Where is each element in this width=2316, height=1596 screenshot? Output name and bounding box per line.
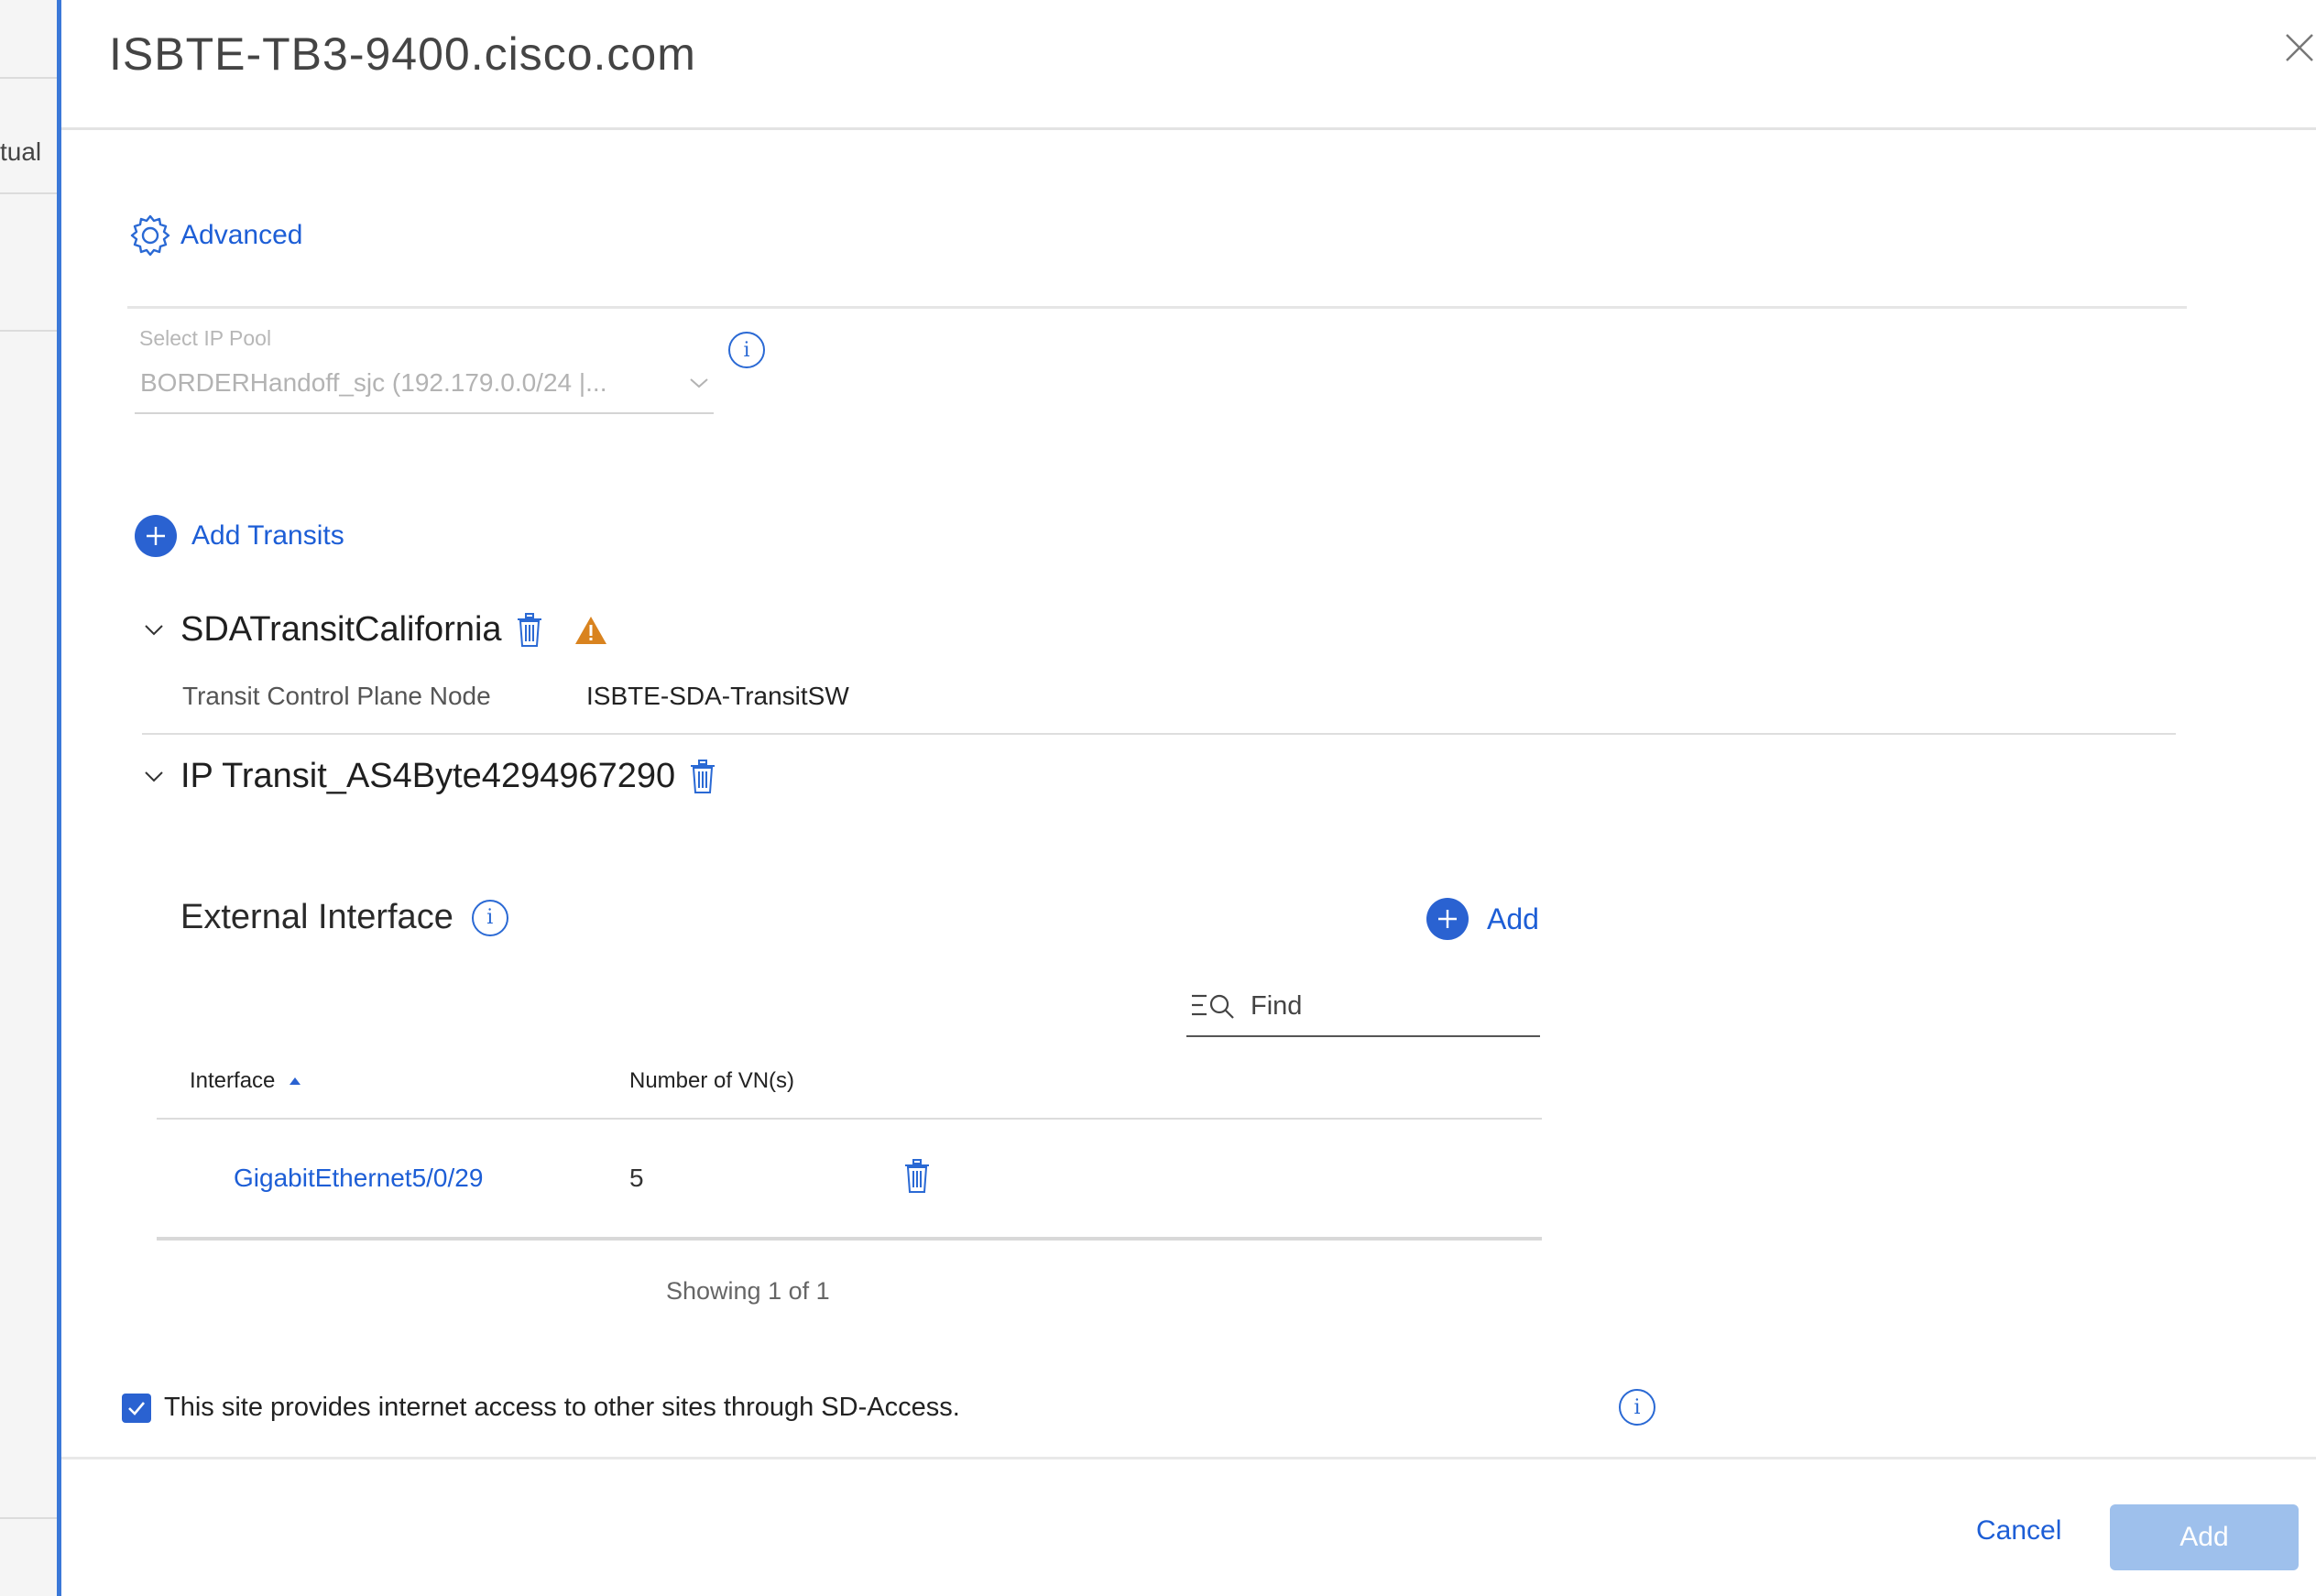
column-header-interface[interactable]: Interface <box>190 1068 302 1094</box>
plus-circle-icon <box>135 515 177 557</box>
column-header-vn-count[interactable]: Number of VN(s) <box>629 1068 794 1094</box>
transit-item-sda: SDATransitCalifornia <box>140 610 608 650</box>
checkmark-icon <box>128 1401 145 1416</box>
pagination-status: Showing 1 of 1 <box>666 1277 830 1305</box>
control-plane-label: Transit Control Plane Node <box>182 682 491 710</box>
interface-link[interactable]: GigabitEthernet5/0/29 <box>234 1164 483 1193</box>
background-divider <box>0 192 57 194</box>
advanced-label: Advanced <box>180 220 303 250</box>
add-interface-label: Add <box>1487 902 1539 935</box>
internet-access-label: This site provides internet access to ot… <box>164 1393 960 1422</box>
collapse-chevron-icon[interactable] <box>140 763 168 791</box>
external-interface-heading: External Interface i <box>180 898 508 937</box>
advanced-link[interactable]: Advanced <box>127 213 302 258</box>
ip-pool-info-icon[interactable]: i <box>728 332 765 368</box>
transit-item-ip: IP Transit_AS4Byte4294967290 <box>140 757 717 796</box>
add-interface-button[interactable]: Add <box>1426 898 1539 940</box>
ip-pool-selected-value: BORDERHandoff_sjc (192.179.0.0/24 |... <box>140 368 607 397</box>
external-interface-title: External Interface <box>180 898 453 936</box>
table-header-divider <box>157 1118 1542 1120</box>
filter-search-icon <box>1192 994 1234 1019</box>
table-bottom-divider <box>157 1237 1542 1241</box>
section-divider <box>127 306 2187 309</box>
column-header-label: Interface <box>190 1068 276 1093</box>
control-plane-value: ISBTE-SDA-TransitSW <box>586 682 849 710</box>
drawer-header: ISBTE-TB3-9400.cisco.com <box>61 0 2316 130</box>
warning-icon <box>574 616 606 644</box>
vn-count-cell: 5 <box>629 1164 644 1192</box>
external-interface-info-icon[interactable]: i <box>471 899 508 936</box>
delete-interface-trash-icon[interactable] <box>902 1158 932 1195</box>
drawer-title: ISBTE-TB3-9400.cisco.com <box>109 28 696 80</box>
find-field[interactable] <box>1186 982 1540 1037</box>
close-icon <box>2286 34 2313 61</box>
background-divider <box>0 1517 57 1519</box>
add-transits-button[interactable]: Add Transits <box>135 515 344 557</box>
collapse-chevron-icon[interactable] <box>140 617 168 644</box>
transit-name: IP Transit_AS4Byte4294967290 <box>180 757 676 795</box>
add-button[interactable]: Add <box>2110 1504 2299 1570</box>
ip-pool-select[interactable]: BORDERHandoff_sjc (192.179.0.0/24 |... <box>135 365 714 414</box>
background-page: tual <box>0 0 59 1596</box>
cancel-button[interactable]: Cancel <box>1976 1515 2061 1547</box>
background-divider <box>0 330 57 332</box>
close-button[interactable] <box>2276 27 2316 68</box>
plus-circle-icon <box>1426 898 1469 940</box>
transit-divider <box>142 733 2176 735</box>
internet-access-checkbox[interactable] <box>122 1393 151 1423</box>
column-header-label: Number of VN(s) <box>629 1068 795 1093</box>
sort-ascending-icon <box>290 1077 301 1085</box>
background-divider <box>0 77 57 79</box>
edit-device-drawer: ISBTE-TB3-9400.cisco.com Advanced Select… <box>57 0 2316 1596</box>
chevron-down-icon <box>690 378 708 388</box>
transit-name: SDATransitCalifornia <box>180 610 502 649</box>
ip-pool-label: Select IP Pool <box>139 326 272 350</box>
internet-access-option: This site provides internet access to ot… <box>122 1393 960 1423</box>
background-partial-text: tual <box>0 137 42 166</box>
footer-divider <box>61 1457 2316 1459</box>
gear-icon <box>130 214 170 257</box>
internet-access-info-icon[interactable]: i <box>1619 1389 1655 1426</box>
delete-transit-trash-icon[interactable] <box>688 759 717 795</box>
delete-transit-trash-icon[interactable] <box>515 612 544 649</box>
find-input[interactable] <box>1251 990 1525 1022</box>
add-transits-label: Add Transits <box>191 520 344 551</box>
